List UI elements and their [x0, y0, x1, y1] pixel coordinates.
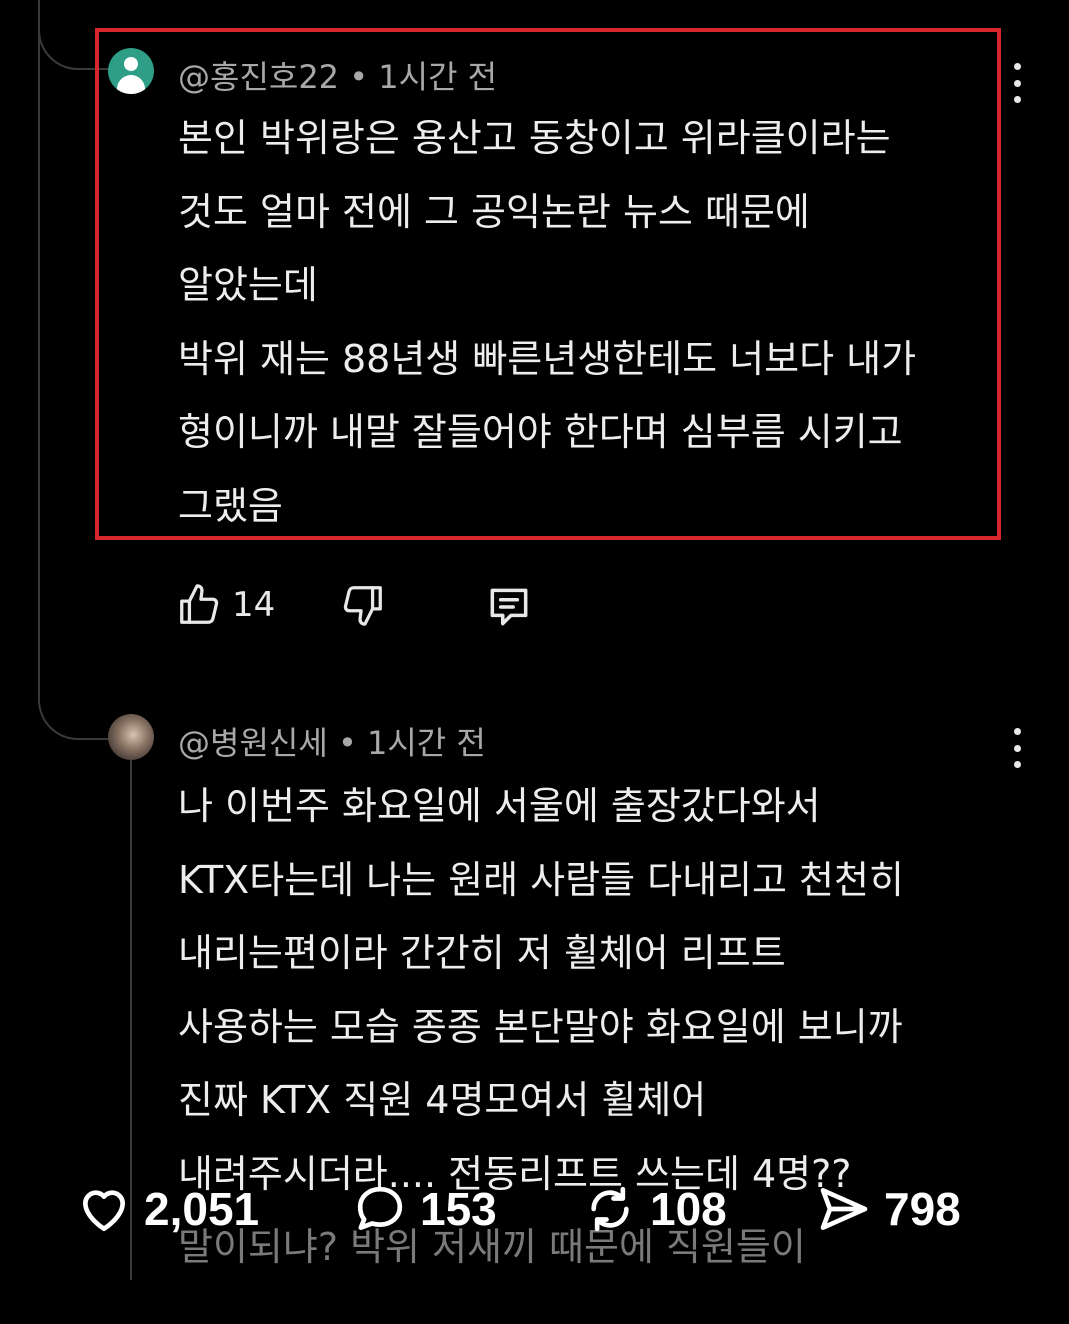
repost-icon [591, 1186, 629, 1232]
comment-line: 것도 얼마 전에 그 공익논란 뉴스 때문에 [178, 189, 810, 234]
comment-time: 1시간 전 [366, 724, 486, 762]
dislike-button[interactable] [340, 582, 386, 628]
reply-button[interactable] [484, 582, 534, 632]
repost-count: 108 [650, 1183, 727, 1235]
more-vertical-icon[interactable] [1007, 63, 1027, 103]
comment-stat[interactable]: 153 [352, 1181, 497, 1237]
post-stats-bar: 2,051 153 108 798 [0, 1175, 1069, 1245]
repost-stat[interactable]: 108 [582, 1181, 727, 1237]
like-button[interactable]: 14 [176, 582, 275, 628]
thumbs-up-icon [180, 584, 219, 624]
share-stat[interactable]: 798 [816, 1181, 961, 1237]
comment-text: 본인 박위랑은 용산고 동창이고 위라클이라는 것도 얼마 전에 그 공익논란 … [178, 102, 916, 543]
meta-separator: • [327, 724, 367, 762]
comment-time: 1시간 전 [378, 58, 498, 96]
more-vertical-icon[interactable] [1007, 728, 1027, 768]
comment-line: KTX타는데 나는 원래 사람들 다내리고 천천히 [178, 857, 904, 902]
comment-line: 내리는편이라 간간히 저 휠체어 리프트 [178, 931, 786, 975]
send-icon [820, 1188, 868, 1230]
like-count: 14 [232, 585, 276, 625]
comment-count: 153 [420, 1183, 497, 1235]
like-stat[interactable]: 2,051 [76, 1181, 259, 1237]
meta-separator: • [339, 58, 379, 96]
like-count: 2,051 [144, 1183, 260, 1235]
comment-author[interactable]: @병원신세 [178, 724, 328, 762]
share-count: 798 [884, 1183, 961, 1235]
speech-bubble-icon [357, 1186, 403, 1230]
thumbs-down-icon [343, 586, 382, 626]
comment-line: 진짜 KTX 직원 4명모여서 휠체어 [178, 1078, 707, 1122]
photo-avatar-icon[interactable] [108, 714, 154, 760]
comment-line: 그랬음 [178, 483, 283, 528]
comment-line: 형이니까 내말 잘들어야 한다며 심부름 시키고 [178, 410, 903, 454]
thread-connector [38, 690, 110, 740]
comment-line: 알았는데 [178, 263, 318, 307]
comment-author[interactable]: @홍진호22 [178, 58, 339, 96]
comment-line: 사용하는 모습 종종 본단말야 화요일에 보니까 [178, 1004, 903, 1049]
thread-line [38, 0, 40, 695]
default-person-avatar-icon[interactable] [108, 48, 154, 94]
reply-comment-icon [490, 588, 528, 626]
comment-line: 본인 박위랑은 용산고 동창이고 위라클이라는 [178, 116, 891, 160]
heart-icon [83, 1190, 125, 1232]
comment-meta: @홍진호22 • 1시간 전 [178, 52, 497, 98]
comment-line: 박위 재는 88년생 빠른년생한테도 너보다 내가 [178, 336, 917, 381]
comment-meta: @병원신세 • 1시간 전 [178, 718, 486, 764]
comment-line: 나 이번주 화요일에 서울에 출장갔다와서 [178, 784, 821, 828]
